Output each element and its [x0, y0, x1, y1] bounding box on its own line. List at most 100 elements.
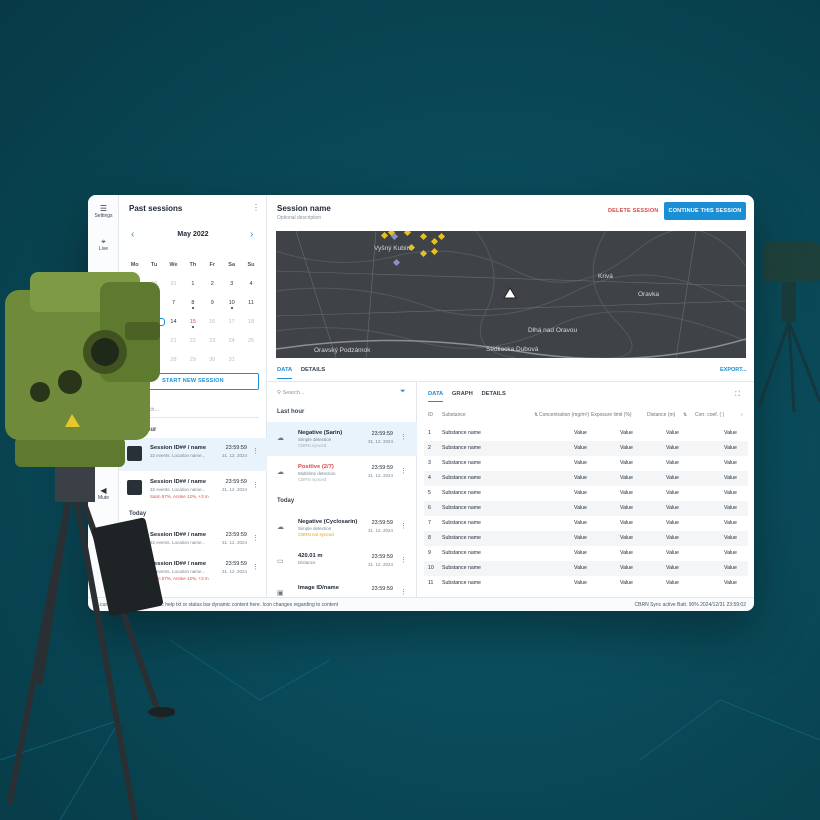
column-header[interactable]: ID: [428, 412, 433, 418]
session-menu-icon[interactable]: ⋮: [252, 563, 259, 571]
table-cell: Value: [620, 520, 633, 526]
column-header[interactable]: Substance: [442, 412, 466, 418]
detection-menu-icon[interactable]: ⋮: [400, 588, 407, 596]
detection-list-item[interactable]: ▭ 420.01 m Distance 23:59:59 31. 12. 202…: [267, 545, 417, 579]
calendar-day[interactable]: 24: [222, 338, 241, 344]
device-location-icon[interactable]: [503, 287, 517, 299]
calendar-day[interactable]: 9: [203, 300, 222, 306]
table-row[interactable]: 11 Substance name Value Value Value Value: [424, 576, 748, 591]
terrain-map[interactable]: Krivá Oravský Podzámok Sedliacka Dubová …: [276, 231, 746, 358]
detection-date: 31. 12. 2024: [367, 528, 393, 533]
session-menu-icon[interactable]: ⋮: [252, 447, 259, 455]
tab-graph[interactable]: GRAPH: [452, 391, 473, 397]
session-menu-icon[interactable]: ⋮: [252, 481, 259, 489]
tab-data[interactable]: DATA: [428, 391, 443, 397]
session-description: Optional description: [277, 215, 322, 221]
calendar-day[interactable]: 2: [203, 281, 222, 287]
calendar-day[interactable]: 1: [183, 281, 202, 287]
table-row[interactable]: 2 Substance name Value Value Value Value: [424, 441, 748, 456]
detection-marker-icon[interactable]: [407, 243, 416, 252]
tab-details[interactable]: DETAILS: [481, 391, 505, 397]
detection-marker-icon[interactable]: [430, 237, 439, 246]
rail-live[interactable]: ⌖ Live: [88, 237, 119, 252]
detection-marker-icon[interactable]: [437, 232, 446, 241]
column-header[interactable]: Concentration (mg/m³): [539, 412, 591, 418]
detection-list-item[interactable]: ☁ Positive (2/7) Multitime detection CBR…: [267, 456, 417, 490]
calendar-day[interactable]: 23: [203, 338, 222, 344]
detection-menu-icon[interactable]: ⋮: [400, 467, 407, 475]
table-row[interactable]: 4 Substance name Value Value Value Value: [424, 471, 748, 486]
detection-sync-status: CBRN synced: [298, 477, 327, 482]
tab-data[interactable]: DATA: [277, 367, 292, 373]
column-scroll-right-icon[interactable]: ›: [741, 412, 743, 418]
detection-marker-icon[interactable]: [392, 258, 401, 267]
table-row[interactable]: 8 Substance name Value Value Value Value: [424, 531, 748, 546]
filter-icon[interactable]: ⏷: [400, 388, 406, 396]
detection-marker-icon[interactable]: [419, 249, 428, 258]
table-row[interactable]: 6 Substance name Value Value Value Value: [424, 501, 748, 516]
table-cell: Value: [620, 445, 633, 451]
detection-marker-icon[interactable]: [403, 231, 412, 237]
calendar-day[interactable]: 11: [241, 300, 260, 306]
table-cell: Value: [574, 565, 587, 571]
table-cell: Value: [574, 535, 587, 541]
table-row[interactable]: 7 Substance name Value Value Value Value: [424, 516, 748, 531]
column-header[interactable]: Distance (m): [647, 412, 682, 418]
calendar-day[interactable]: 4: [241, 281, 260, 287]
active-tab-indicator: [277, 378, 292, 379]
detection-search-placeholder: Search...: [282, 390, 305, 396]
delete-session-button[interactable]: DELETE SESSION: [608, 208, 658, 214]
rail-settings[interactable]: ☰ Settings: [88, 204, 119, 219]
table-cell: Value: [666, 550, 679, 556]
next-month-chevron-icon[interactable]: ›: [250, 229, 253, 240]
tab-details[interactable]: DETAILS: [301, 367, 325, 373]
calendar-day[interactable]: 30: [203, 357, 222, 363]
calendar-day[interactable]: 3: [222, 281, 241, 287]
continue-session-button[interactable]: CONTINUE THIS SESSION: [664, 202, 746, 220]
calendar-day[interactable]: 17: [222, 319, 241, 325]
calendar-day[interactable]: 29: [183, 357, 202, 363]
session-title: Session name: [277, 204, 331, 213]
table-row[interactable]: 3 Substance name Value Value Value Value: [424, 456, 748, 471]
calendar-day[interactable]: 10: [222, 300, 241, 309]
detection-menu-icon[interactable]: ⋮: [400, 556, 407, 564]
detection-menu-icon[interactable]: ⋮: [400, 433, 407, 441]
weekday-label: Sa: [228, 261, 236, 268]
table-cell: Value: [574, 430, 587, 436]
sort-icon[interactable]: ⇅: [683, 412, 687, 418]
past-sessions-menu-icon[interactable]: ⋮: [252, 203, 260, 212]
detection-marker-icon[interactable]: [430, 247, 439, 256]
expand-icon[interactable]: ⛶: [735, 391, 740, 399]
table-cell: 11: [428, 580, 434, 586]
detection-list-item[interactable]: ☁ Negative (Sarin) Simple detection CBRN…: [267, 422, 417, 456]
calendar-day[interactable]: 18: [241, 319, 260, 325]
detection-marker-icon[interactable]: [380, 231, 389, 240]
column-header[interactable]: Exposure limit (%): [591, 412, 645, 418]
calendar-day[interactable]: 8: [183, 300, 202, 309]
table-row[interactable]: 9 Substance name Value Value Value Value: [424, 546, 748, 561]
sort-icon[interactable]: ⇅: [534, 412, 538, 418]
detection-menu-icon[interactable]: ⋮: [400, 522, 407, 530]
calendar-day[interactable]: 25: [241, 338, 260, 344]
table-cell: Value: [666, 490, 679, 496]
detection-marker-icon[interactable]: [419, 232, 428, 241]
table-cell: Value: [724, 565, 737, 571]
detection-list-item[interactable]: ☁ Negative (Cyclosarin) Simple detection…: [267, 511, 417, 545]
detection-name: 420.01 m: [298, 553, 323, 559]
table-cell: Value: [724, 445, 737, 451]
detection-search-input[interactable]: ⚲ Search...: [277, 390, 305, 396]
column-header[interactable]: Corr. coef. ( ): [695, 412, 735, 418]
session-time: 23:59:59: [225, 532, 247, 538]
table-cell: Value: [620, 565, 633, 571]
detection-list-item[interactable]: ▣ Image ID/name 23:59:59 ⋮: [267, 577, 417, 598]
calendar-day-today[interactable]: 15: [183, 319, 202, 328]
table-row[interactable]: 5 Substance name Value Value Value Value: [424, 486, 748, 501]
table-cell: Value: [724, 490, 737, 496]
calendar-day[interactable]: 16: [203, 319, 222, 325]
export-button[interactable]: EXPORT...: [720, 367, 747, 373]
calendar-day[interactable]: 31: [222, 357, 241, 363]
table-row[interactable]: 1 Substance name Value Value Value Value: [424, 426, 748, 441]
calendar-day[interactable]: 22: [183, 338, 202, 344]
session-menu-icon[interactable]: ⋮: [252, 534, 259, 542]
table-row[interactable]: 10 Substance name Value Value Value Value: [424, 561, 748, 576]
